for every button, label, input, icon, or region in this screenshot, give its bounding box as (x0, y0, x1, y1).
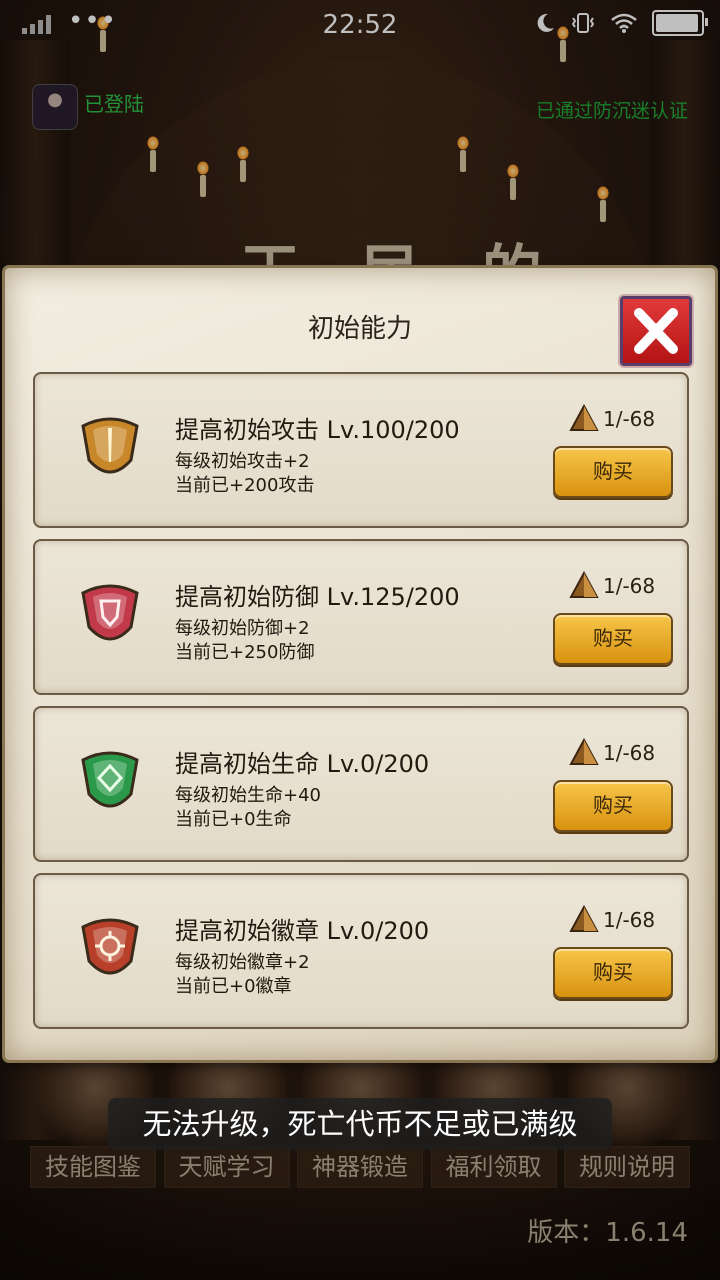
toast-message: 无法升级，死亡代币不足或已满级 (108, 1098, 612, 1150)
death-token-icon (569, 905, 599, 932)
ability-title: 提高初始生命 Lv.0/200 (175, 750, 430, 778)
badge-gem-icon (81, 918, 139, 975)
ability-current: 当前已+0生命 (175, 809, 292, 830)
initial-ability-dialog: 初始能力 提高初始攻击 Lv.100/200 每级初始攻击+2 当前已+200攻… (5, 268, 715, 1060)
close-icon (634, 308, 678, 354)
attack-gem-icon (81, 417, 139, 474)
ability-current: 当前已+250防御 (175, 642, 315, 663)
cost-text: 1/-68 (603, 908, 656, 932)
ability-card-attack: 提高初始攻击 Lv.100/200 每级初始攻击+2 当前已+200攻击 1/-… (33, 372, 689, 528)
close-button[interactable] (620, 296, 692, 366)
cost: 1/-68 (569, 738, 655, 768)
buy-button[interactable]: 购买 (553, 446, 673, 498)
buy-button[interactable]: 购买 (553, 780, 673, 832)
defense-gem-icon (81, 584, 139, 641)
ability-card-badge: 提高初始徽章 Lv.0/200 每级初始徽章+2 当前已+0徽章 1/-68 购… (33, 873, 689, 1029)
ability-card-life: 提高初始生命 Lv.0/200 每级初始生命+40 当前已+0生命 1/-68 … (33, 706, 689, 862)
cost-text: 1/-68 (603, 407, 656, 431)
ability-title: 提高初始徽章 Lv.0/200 (175, 917, 430, 945)
cost: 1/-68 (569, 571, 655, 601)
death-token-icon (569, 738, 599, 765)
ability-desc: 每级初始徽章+2 (175, 952, 310, 973)
buy-button[interactable]: 购买 (553, 947, 673, 999)
ability-title: 提高初始攻击 Lv.100/200 (175, 416, 460, 444)
ability-current: 当前已+200攻击 (175, 475, 315, 496)
dialog-title: 初始能力 (307, 314, 412, 344)
ability-current: 当前已+0徽章 (175, 976, 292, 997)
death-token-icon (569, 571, 599, 598)
life-gem-icon (81, 751, 139, 808)
buy-button[interactable]: 购买 (553, 613, 673, 665)
ability-desc: 每级初始防御+2 (175, 618, 310, 639)
ability-desc: 每级初始攻击+2 (175, 451, 310, 472)
death-token-icon (569, 404, 599, 431)
ability-title: 提高初始防御 Lv.125/200 (175, 583, 460, 611)
ability-desc: 每级初始生命+40 (175, 785, 321, 806)
cost: 1/-68 (569, 404, 655, 434)
cost-text: 1/-68 (603, 741, 656, 765)
cost-text: 1/-68 (603, 574, 656, 598)
ability-card-defense: 提高初始防御 Lv.125/200 每级初始防御+2 当前已+250防御 1/-… (33, 539, 689, 695)
cost: 1/-68 (569, 905, 655, 935)
